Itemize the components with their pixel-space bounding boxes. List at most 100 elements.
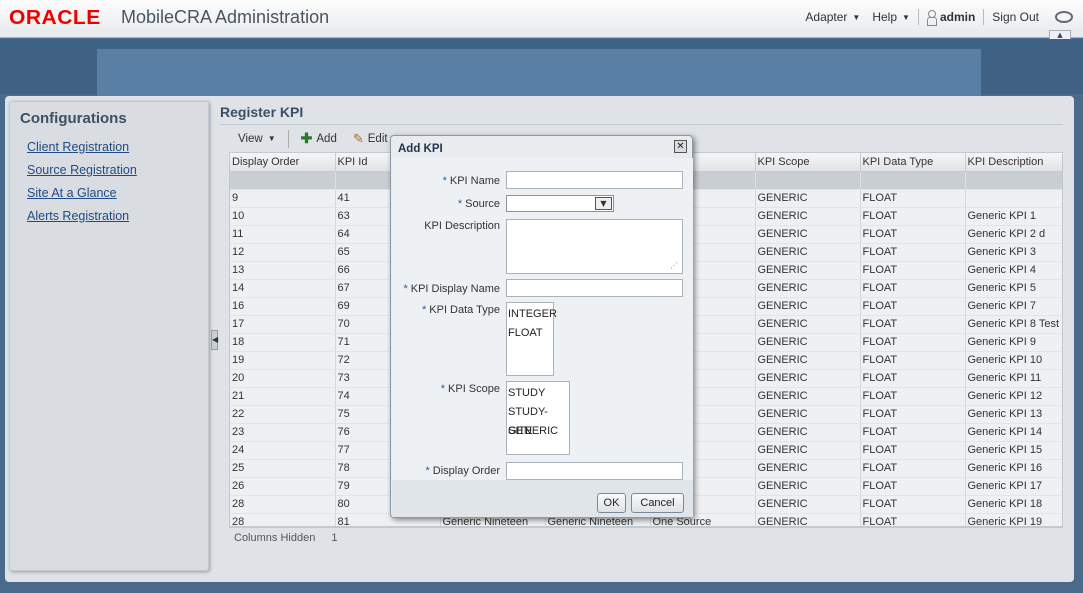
column-header[interactable]: Display Order: [230, 153, 336, 172]
edit-button[interactable]: ✎ Edit: [345, 131, 396, 147]
kpi-description-textarea[interactable]: ⋰: [506, 219, 683, 274]
sidebar-item-site-at-a-glance[interactable]: Site At a Glance: [27, 186, 117, 200]
sidebar-item-client-registration[interactable]: Client Registration: [27, 140, 129, 154]
view-label: View: [238, 132, 263, 145]
dropdown-arrow-icon[interactable]: ▼: [595, 197, 612, 210]
table-cell: GENERIC: [755, 189, 861, 208]
resize-grip-icon[interactable]: ⋰: [670, 261, 678, 270]
adapter-menu[interactable]: Adapter ▼: [799, 10, 866, 24]
kpi-name-label: * KPI Name: [443, 175, 500, 187]
divider: [220, 124, 1063, 125]
table-cell: Generic KPI 13: [965, 405, 1062, 424]
oracle-logo: ORACLE: [9, 7, 101, 29]
table-cell: 14: [230, 279, 336, 298]
table-cell: Generic KPI 14: [965, 423, 1062, 442]
kpi-data-type-label-text: KPI Data Type: [429, 304, 500, 316]
collapse-sidebar-icon[interactable]: ◀: [211, 330, 218, 350]
table-cell: Generic KPI 1: [965, 207, 1062, 226]
divider: [917, 9, 919, 25]
filter-cell[interactable]: [755, 171, 861, 190]
dialog-title: Add KPI: [398, 143, 443, 155]
table-cell: [965, 189, 1062, 208]
ok-button[interactable]: OK: [597, 493, 626, 513]
sidebar-item-source-registration[interactable]: Source Registration: [27, 163, 137, 177]
table-cell: FLOAT: [860, 477, 966, 496]
table-cell: Generic KPI 2 d: [965, 225, 1062, 244]
add-button[interactable]: ✚ Add: [293, 130, 345, 147]
divider: [287, 129, 289, 148]
table-cell: GENERIC: [755, 477, 861, 496]
table-cell: GENERIC: [755, 459, 861, 478]
list-option-float[interactable]: FLOAT: [507, 324, 553, 343]
list-option-integer[interactable]: INTEGER: [507, 305, 557, 324]
table-cell: FLOAT: [860, 297, 966, 316]
kpi-data-type-listbox[interactable]: INTEGER FLOAT: [506, 302, 557, 376]
kpi-scope-label-text: KPI Scope: [448, 383, 500, 395]
filter-cell[interactable]: [230, 171, 336, 190]
table-cell: GENERIC: [755, 513, 861, 526]
chevron-down-icon: ▼: [852, 12, 861, 22]
table-cell: GENERIC: [755, 225, 861, 244]
list-option-study-site[interactable]: STUDY-SITE: [507, 403, 569, 437]
help-label: Help: [872, 10, 898, 24]
column-header[interactable]: KPI Scope: [755, 153, 861, 172]
kpi-data-type-label: * KPI Data Type: [422, 304, 500, 316]
table-cell: Generic KPI 3: [965, 243, 1062, 262]
plus-icon: ✚: [300, 130, 313, 146]
chevron-down-icon: ▼: [267, 134, 276, 143]
table-cell: FLOAT: [860, 261, 966, 280]
table-cell: Generic KPI 8 Test: [965, 315, 1062, 334]
table-cell: FLOAT: [860, 459, 966, 478]
table-cell: FLOAT: [860, 387, 966, 406]
sign-out-link[interactable]: Sign Out: [986, 10, 1045, 24]
table-cell: FLOAT: [860, 279, 966, 298]
kpi-scope-label: * KPI Scope: [441, 383, 500, 395]
table-cell: Generic KPI 9: [965, 333, 1062, 352]
table-cell: Generic KPI 17: [965, 477, 1062, 496]
list-option-generic[interactable]: GENERIC: [507, 422, 569, 441]
kpi-display-name-input[interactable]: [506, 279, 683, 297]
columns-hidden-count: 1: [331, 531, 338, 544]
source-label: * Source: [458, 198, 500, 210]
source-select[interactable]: ▼: [506, 195, 614, 212]
table-cell: GENERIC: [755, 441, 861, 460]
user-menu[interactable]: admin: [921, 10, 981, 26]
table-cell: 19: [230, 351, 336, 370]
table-cell: 17: [230, 315, 336, 334]
adapter-label: Adapter: [805, 10, 848, 24]
table-cell: FLOAT: [860, 423, 966, 442]
table-cell: Generic KPI 18: [965, 495, 1062, 514]
close-icon[interactable]: ✕: [674, 140, 687, 153]
table-cell: FLOAT: [860, 243, 966, 262]
sidebar-item-alerts-registration[interactable]: Alerts Registration: [27, 209, 129, 223]
table-cell: GENERIC: [755, 279, 861, 298]
table-cell: 25: [230, 459, 336, 478]
column-header[interactable]: KPI Data Type: [860, 153, 966, 172]
table-cell: GENERIC: [755, 351, 861, 370]
column-header[interactable]: KPI Description: [965, 153, 1062, 172]
table-cell: Generic KPI 19: [965, 513, 1062, 526]
table-cell: Generic KPI 12: [965, 387, 1062, 406]
required-marker: *: [440, 383, 446, 395]
table-cell: GENERIC: [755, 297, 861, 316]
table-cell: 28: [230, 495, 336, 514]
filter-cell[interactable]: [965, 171, 1062, 190]
display-order-input[interactable]: [506, 462, 683, 480]
edit-label: Edit: [367, 132, 388, 145]
list-option-study[interactable]: STUDY: [507, 384, 569, 403]
table-cell: GENERIC: [755, 243, 861, 262]
help-menu[interactable]: Help ▼: [866, 10, 916, 24]
table-cell: Generic KPI 15: [965, 441, 1062, 460]
kpi-name-input[interactable]: [506, 171, 683, 189]
filter-cell[interactable]: [860, 171, 966, 190]
table-cell: 18: [230, 333, 336, 352]
columns-hidden-bar: Columns Hidden 1: [229, 527, 1063, 547]
user-icon: [926, 10, 937, 26]
table-cell: FLOAT: [860, 405, 966, 424]
kpi-scope-listbox[interactable]: STUDY STUDY-SITE GENERIC: [506, 381, 570, 455]
table-cell: FLOAT: [860, 513, 966, 526]
view-menu[interactable]: View ▼: [230, 133, 284, 145]
cancel-button[interactable]: Cancel: [631, 493, 684, 513]
sidebar-title: Configurations: [20, 110, 127, 127]
table-cell: FLOAT: [860, 351, 966, 370]
